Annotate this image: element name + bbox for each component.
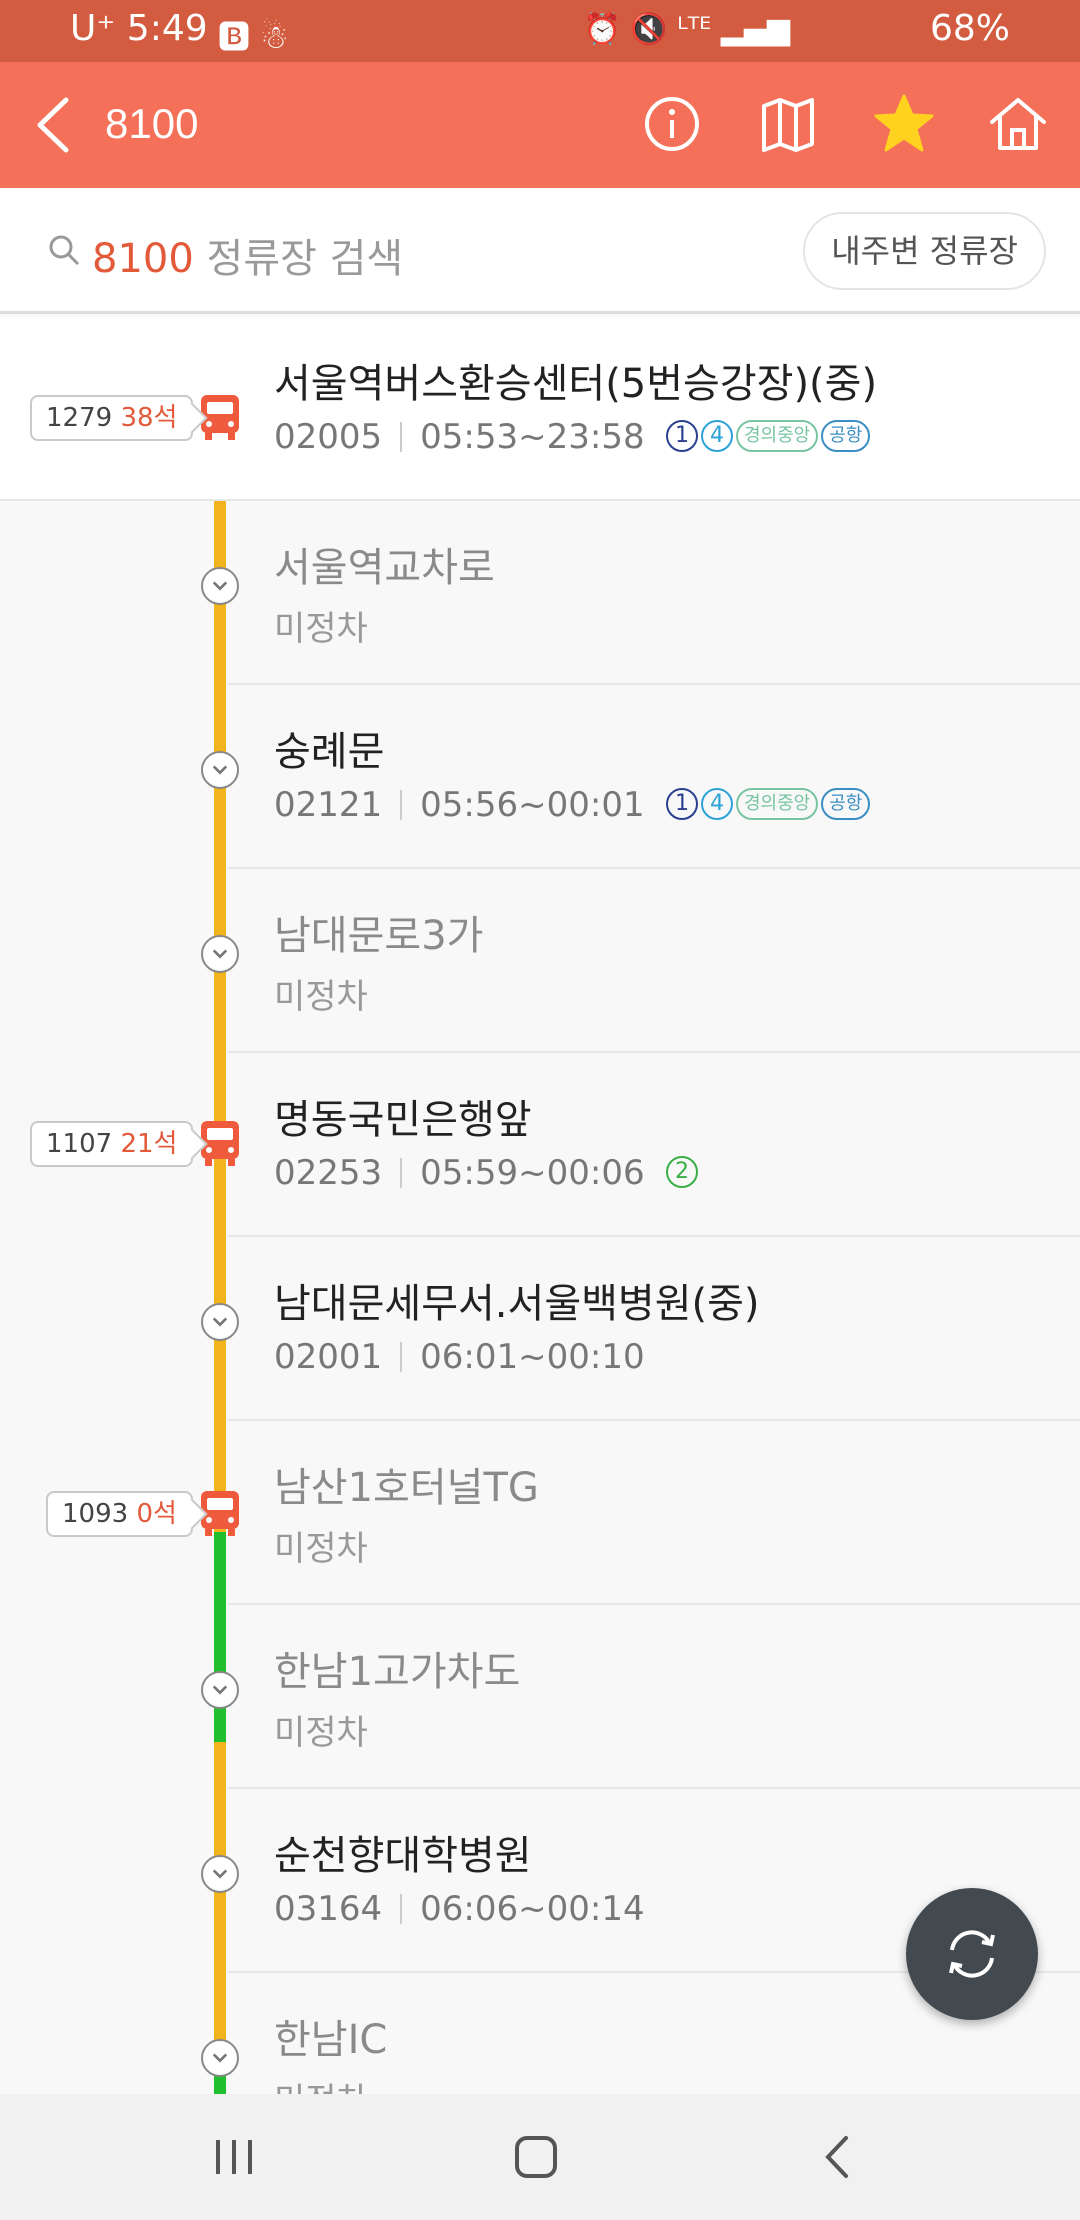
stop-hours: 06:01~00:10 — [420, 1337, 645, 1377]
chevron-down-icon — [201, 751, 239, 789]
subway-lines: 1 4 경의중앙 공항 — [666, 788, 873, 824]
stop-name: 숭례문 — [274, 729, 385, 775]
stop-hours: 05:59~00:06 — [420, 1153, 645, 1193]
back-nav-icon[interactable] — [808, 2132, 868, 2182]
stop-status: 미정차 — [274, 1529, 368, 1569]
stop-row[interactable]: 서울역교차로 미정차 — [0, 501, 1080, 685]
bus-seats: 0석 — [136, 1499, 177, 1529]
subway-line-badge: 경의중앙 — [736, 420, 819, 452]
bus-seats: 21석 — [120, 1129, 178, 1159]
bus-number: 1279 — [46, 403, 113, 433]
subway-line-badge: 1 — [666, 788, 698, 820]
chevron-down-icon — [201, 935, 239, 973]
subway-line-badge: 공항 — [821, 420, 871, 452]
stop-row[interactable]: 남대문세무서.서울백병원(중) 02001 06:01~00:10 — [0, 1237, 1080, 1421]
home-nav-icon[interactable] — [506, 2132, 566, 2182]
stop-id: 02121 — [274, 785, 383, 825]
stop-row[interactable]: 숭례문 02121 05:56~00:01 1 4 경의중앙 공항 — [0, 685, 1080, 869]
subway-line-badge: 경의중앙 — [736, 788, 819, 820]
refresh-icon — [949, 1930, 995, 1978]
stop-search-bar[interactable]: 8100 정류장 검색 내주변 정류장 — [0, 188, 1080, 314]
stop-name: 서울역교차로 — [274, 545, 495, 591]
refresh-button[interactable] — [906, 1888, 1038, 2020]
back-arrow-icon[interactable] — [30, 92, 80, 158]
map-icon[interactable] — [756, 92, 820, 156]
stop-id: 02253 — [274, 1153, 383, 1193]
stop-info: 02253 05:59~00:06 — [274, 1153, 645, 1193]
route-number-title: 8100 — [105, 100, 199, 147]
stop-info: 02005 05:53~23:58 — [274, 417, 645, 457]
chevron-down-icon — [201, 1855, 239, 1893]
stop-name: 순천향대학병원 — [274, 1833, 532, 1879]
subway-lines: 1 4 경의중앙 공항 — [666, 420, 873, 456]
nearby-stops-button[interactable]: 내주변 정류장 — [803, 212, 1046, 290]
subway-lines: 2 — [666, 1156, 701, 1192]
stop-id: 03164 — [274, 1889, 383, 1929]
recent-apps-icon[interactable] — [204, 2132, 264, 2182]
stop-name: 서울역버스환승센터(5번승강장)(중) — [274, 361, 878, 407]
stop-id: 02005 — [274, 417, 383, 457]
subway-line-badge: 4 — [701, 420, 733, 452]
bus-tag[interactable]: 1093 0석 — [46, 1491, 193, 1537]
subway-line-badge: 4 — [701, 788, 733, 820]
chevron-down-icon — [201, 1303, 239, 1341]
bus-tag[interactable]: 1107 21석 — [30, 1121, 194, 1167]
bus-tag[interactable]: 1279 38석 — [30, 395, 194, 441]
bus-number: 1093 — [62, 1499, 129, 1529]
stop-name: 남산1호터널TG — [274, 1465, 539, 1511]
chevron-down-icon — [201, 1671, 239, 1709]
stop-status: 미정차 — [274, 1713, 368, 1753]
search-input[interactable]: 8100 정류장 검색 — [92, 226, 403, 284]
status-bar: U⁺ 5:49 🅱 ☃ ⏰ 🔇 ᴸᵀᴱ ▂▄▆ 68% — [0, 0, 1080, 62]
chevron-down-icon — [201, 2039, 239, 2077]
stop-id: 02001 — [274, 1337, 383, 1377]
stop-name: 남대문로3가 — [274, 913, 484, 959]
stop-info: 03164 06:06~00:14 — [274, 1889, 645, 1929]
search-icon — [49, 235, 80, 266]
bus-seats: 38석 — [120, 403, 178, 433]
star-icon[interactable] — [872, 92, 936, 156]
stop-name: 한남IC — [274, 2017, 388, 2063]
app-bar: 8100 — [0, 62, 1080, 188]
stop-list[interactable]: 서울역버스환승센터(5번승강장)(중) 02005 05:53~23:58 14경… — [0, 317, 1080, 2094]
search-placeholder: 정류장 검색 — [206, 236, 404, 282]
stop-row[interactable]: 한남1고가차도 미정차 — [0, 1605, 1080, 1789]
stop-hours: 05:56~00:01 — [420, 785, 645, 825]
stop-name: 남대문세무서.서울백병원(중) — [274, 1281, 760, 1327]
battery-level: 68% — [929, 8, 1010, 49]
subway-line-badge: 1 — [666, 420, 698, 452]
stop-info: 02001 06:01~00:10 — [274, 1337, 645, 1377]
stop-info: 02121 05:56~00:01 — [274, 785, 645, 825]
search-route-number: 8100 — [92, 236, 194, 282]
subway-line-badge: 공항 — [821, 788, 871, 820]
notification-icons: 🅱 ☃ — [218, 18, 289, 56]
stop-status: 미정차 — [274, 977, 368, 1017]
system-nav-bar — [0, 2094, 1080, 2220]
stop-row[interactable]: 남대문로3가 미정차 — [0, 869, 1080, 1053]
system-icons: ⏰ 🔇 ᴸᵀᴱ ▂▄▆ — [583, 12, 790, 47]
stop-name: 한남1고가차도 — [274, 1649, 521, 1695]
stop-status: 미정차 — [274, 2073, 368, 2094]
bus-number: 1107 — [46, 1129, 113, 1159]
subway-line-badge: 2 — [666, 1156, 698, 1188]
stop-hours: 05:53~23:58 — [420, 417, 645, 457]
stop-status: 미정차 — [274, 609, 368, 649]
status-time: U⁺ 5:49 — [70, 8, 208, 49]
stop-hours: 06:06~00:14 — [420, 1889, 645, 1929]
chevron-down-icon — [201, 567, 239, 605]
stop-name: 명동국민은행앞 — [274, 1097, 532, 1143]
home-icon[interactable] — [986, 92, 1050, 156]
info-icon[interactable] — [640, 92, 704, 156]
